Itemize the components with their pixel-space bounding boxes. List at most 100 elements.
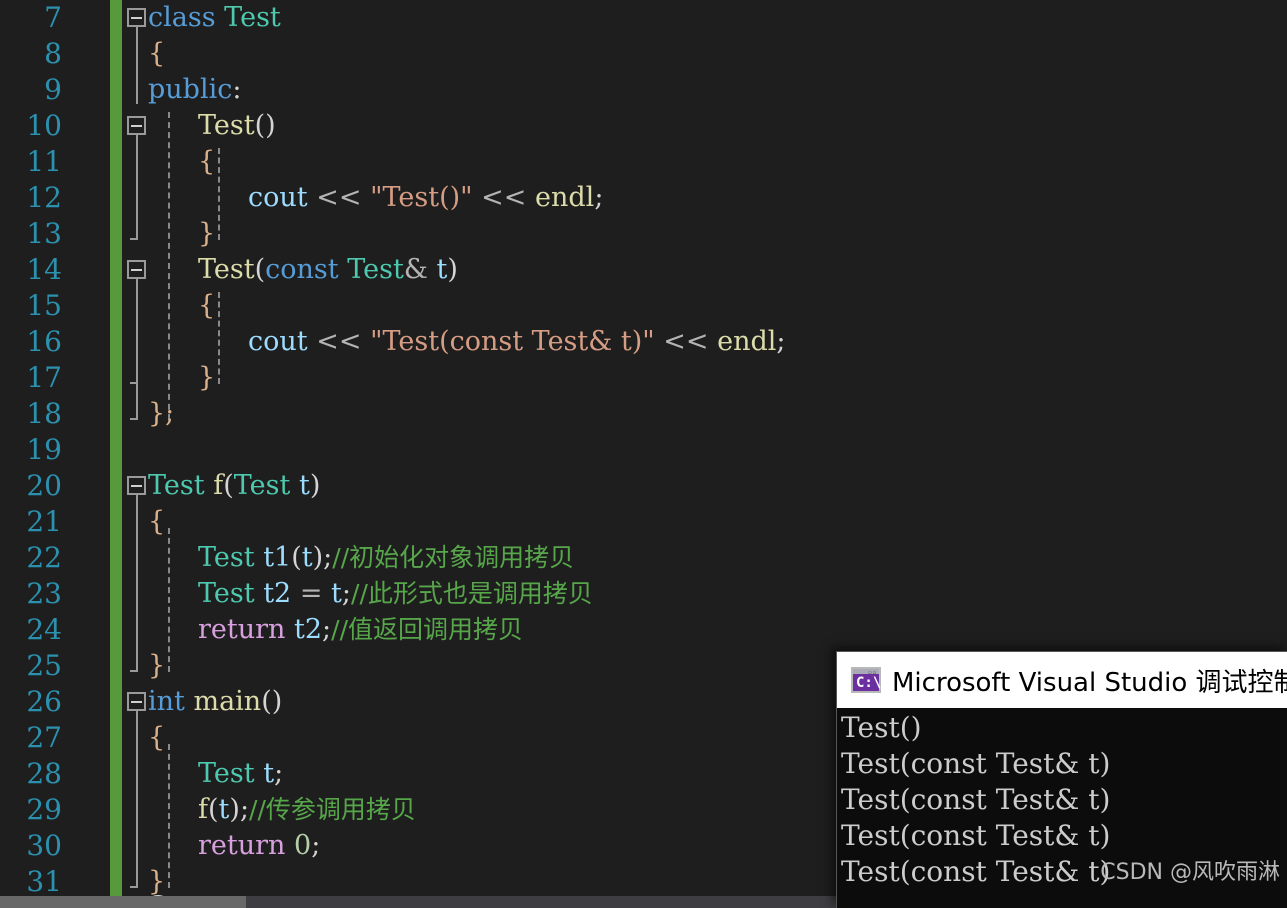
code-token: ( bbox=[223, 470, 234, 501]
code-token: } bbox=[198, 218, 216, 249]
code-token: endl bbox=[717, 326, 777, 357]
code-text[interactable]: { bbox=[198, 288, 215, 324]
line-number: 9 bbox=[44, 73, 62, 106]
code-text[interactable]: } bbox=[198, 216, 215, 252]
code-text[interactable]: { bbox=[198, 144, 215, 180]
code-token: ; bbox=[311, 830, 321, 861]
code-token: return bbox=[198, 830, 286, 861]
console-output[interactable]: Test() Test(const Test& t) Test(const Test… bbox=[837, 708, 1287, 890]
code-text[interactable]: } bbox=[198, 360, 215, 396]
code-token: << bbox=[316, 182, 362, 213]
code-line[interactable]: 8{ bbox=[0, 36, 1287, 72]
code-token: Test bbox=[198, 110, 255, 141]
code-text[interactable]: return t2;//值返回调用拷贝 bbox=[198, 612, 523, 648]
line-number: 18 bbox=[26, 397, 62, 430]
code-line[interactable]: 9 public: bbox=[0, 72, 1287, 108]
code-token: ) bbox=[447, 254, 458, 285]
code-token: ( bbox=[254, 254, 266, 285]
line-number: 28 bbox=[26, 757, 62, 790]
code-text[interactable]: return 0; bbox=[198, 828, 320, 864]
code-text[interactable]: } bbox=[148, 648, 165, 684]
code-token: Test bbox=[198, 578, 255, 609]
code-line[interactable]: 15 { bbox=[0, 288, 1287, 324]
code-line[interactable]: 16 cout << "Test(const Test& t)" << endl; bbox=[0, 324, 1287, 360]
code-text[interactable]: Test f(Test t) bbox=[148, 468, 320, 504]
code-line[interactable]: 24 return t2;//值返回调用拷贝 bbox=[0, 612, 1287, 648]
code-text[interactable]: Test() bbox=[198, 108, 276, 144]
code-token: t2 bbox=[263, 578, 292, 609]
debug-console-window[interactable]: ▫▫ C:\ Microsoft Visual Studio 调试控制台 Tes… bbox=[836, 651, 1287, 908]
code-token: : bbox=[232, 74, 242, 105]
code-token: cout bbox=[248, 326, 308, 357]
console-icon-prompt: C:\ bbox=[856, 675, 882, 691]
code-token: main bbox=[193, 686, 262, 717]
line-number: 14 bbox=[26, 253, 62, 286]
code-text[interactable]: int main() bbox=[148, 684, 282, 720]
code-token: t bbox=[218, 794, 230, 825]
line-number: 21 bbox=[26, 505, 62, 538]
collapse-toggle-icon[interactable] bbox=[127, 692, 146, 711]
code-token: { bbox=[148, 38, 166, 69]
code-line[interactable]: 7 class Test bbox=[0, 0, 1287, 36]
code-line[interactable]: 17} bbox=[0, 360, 1287, 396]
code-text[interactable]: cout << "Test()" << endl; bbox=[248, 180, 603, 216]
collapse-toggle-icon[interactable] bbox=[127, 476, 146, 495]
line-number: 29 bbox=[26, 793, 62, 826]
code-text[interactable]: public: bbox=[148, 72, 241, 108]
code-text[interactable]: }; bbox=[148, 396, 174, 432]
code-line[interactable]: 13} bbox=[0, 216, 1287, 252]
line-number: 24 bbox=[26, 613, 62, 646]
code-token: ; bbox=[594, 182, 604, 213]
code-token: ( bbox=[291, 542, 302, 573]
code-line[interactable]: 21 { bbox=[0, 504, 1287, 540]
code-token: ); bbox=[312, 542, 333, 573]
console-title-bar[interactable]: ▫▫ C:\ Microsoft Visual Studio 调试控制台 bbox=[837, 652, 1287, 708]
collapse-toggle-icon[interactable] bbox=[127, 8, 146, 27]
code-text[interactable]: { bbox=[148, 36, 165, 72]
code-line[interactable]: 14 Test(const Test& t) bbox=[0, 252, 1287, 288]
code-token: public bbox=[148, 74, 233, 105]
collapse-toggle-icon[interactable] bbox=[127, 260, 146, 279]
code-text[interactable]: Test t2 = t;//此形式也是调用拷贝 bbox=[198, 576, 593, 612]
code-token: Test bbox=[198, 758, 255, 789]
code-token: () bbox=[261, 686, 283, 717]
code-text[interactable]: Test t; bbox=[198, 756, 283, 792]
code-token: int bbox=[148, 686, 185, 717]
code-line[interactable]: 11 { bbox=[0, 144, 1287, 180]
code-token: << bbox=[481, 182, 527, 213]
collapse-toggle-icon[interactable] bbox=[127, 116, 146, 135]
code-token: Test bbox=[148, 470, 205, 501]
line-number: 12 bbox=[26, 181, 62, 214]
code-text[interactable]: { bbox=[148, 720, 165, 756]
console-title-text: Microsoft Visual Studio 调试控制台 bbox=[892, 667, 1287, 698]
code-text[interactable]: class Test bbox=[148, 0, 281, 36]
line-number: 15 bbox=[26, 289, 62, 322]
code-token: "Test(const Test& t)" bbox=[370, 326, 655, 357]
code-token: } bbox=[198, 362, 216, 393]
code-text[interactable]: Test t1(t);//初始化对象调用拷贝 bbox=[198, 540, 574, 576]
code-line[interactable]: 23 Test t2 = t;//此形式也是调用拷贝 bbox=[0, 576, 1287, 612]
line-number: 7 bbox=[44, 1, 62, 34]
code-line[interactable]: 10 Test() bbox=[0, 108, 1287, 144]
code-token: ; bbox=[341, 578, 352, 609]
horizontal-scrollbar-thumb[interactable] bbox=[0, 896, 246, 908]
code-token: Test bbox=[198, 254, 255, 285]
code-token: << bbox=[316, 326, 362, 357]
line-number: 11 bbox=[26, 145, 62, 178]
code-line[interactable]: 18}; bbox=[0, 396, 1287, 432]
code-text[interactable]: cout << "Test(const Test& t)" << endl; bbox=[248, 324, 786, 360]
code-text[interactable]: { bbox=[148, 504, 165, 540]
code-line[interactable]: 12 cout << "Test()" << endl; bbox=[0, 180, 1287, 216]
code-text[interactable]: Test(const Test& t) bbox=[198, 252, 458, 288]
code-line[interactable]: 22 Test t1(t);//初始化对象调用拷贝 bbox=[0, 540, 1287, 576]
code-text[interactable]: f(t);//传参调用拷贝 bbox=[198, 792, 416, 828]
code-line[interactable]: 19 bbox=[0, 432, 1287, 468]
code-line[interactable]: 20 Test f(Test t) bbox=[0, 468, 1287, 504]
